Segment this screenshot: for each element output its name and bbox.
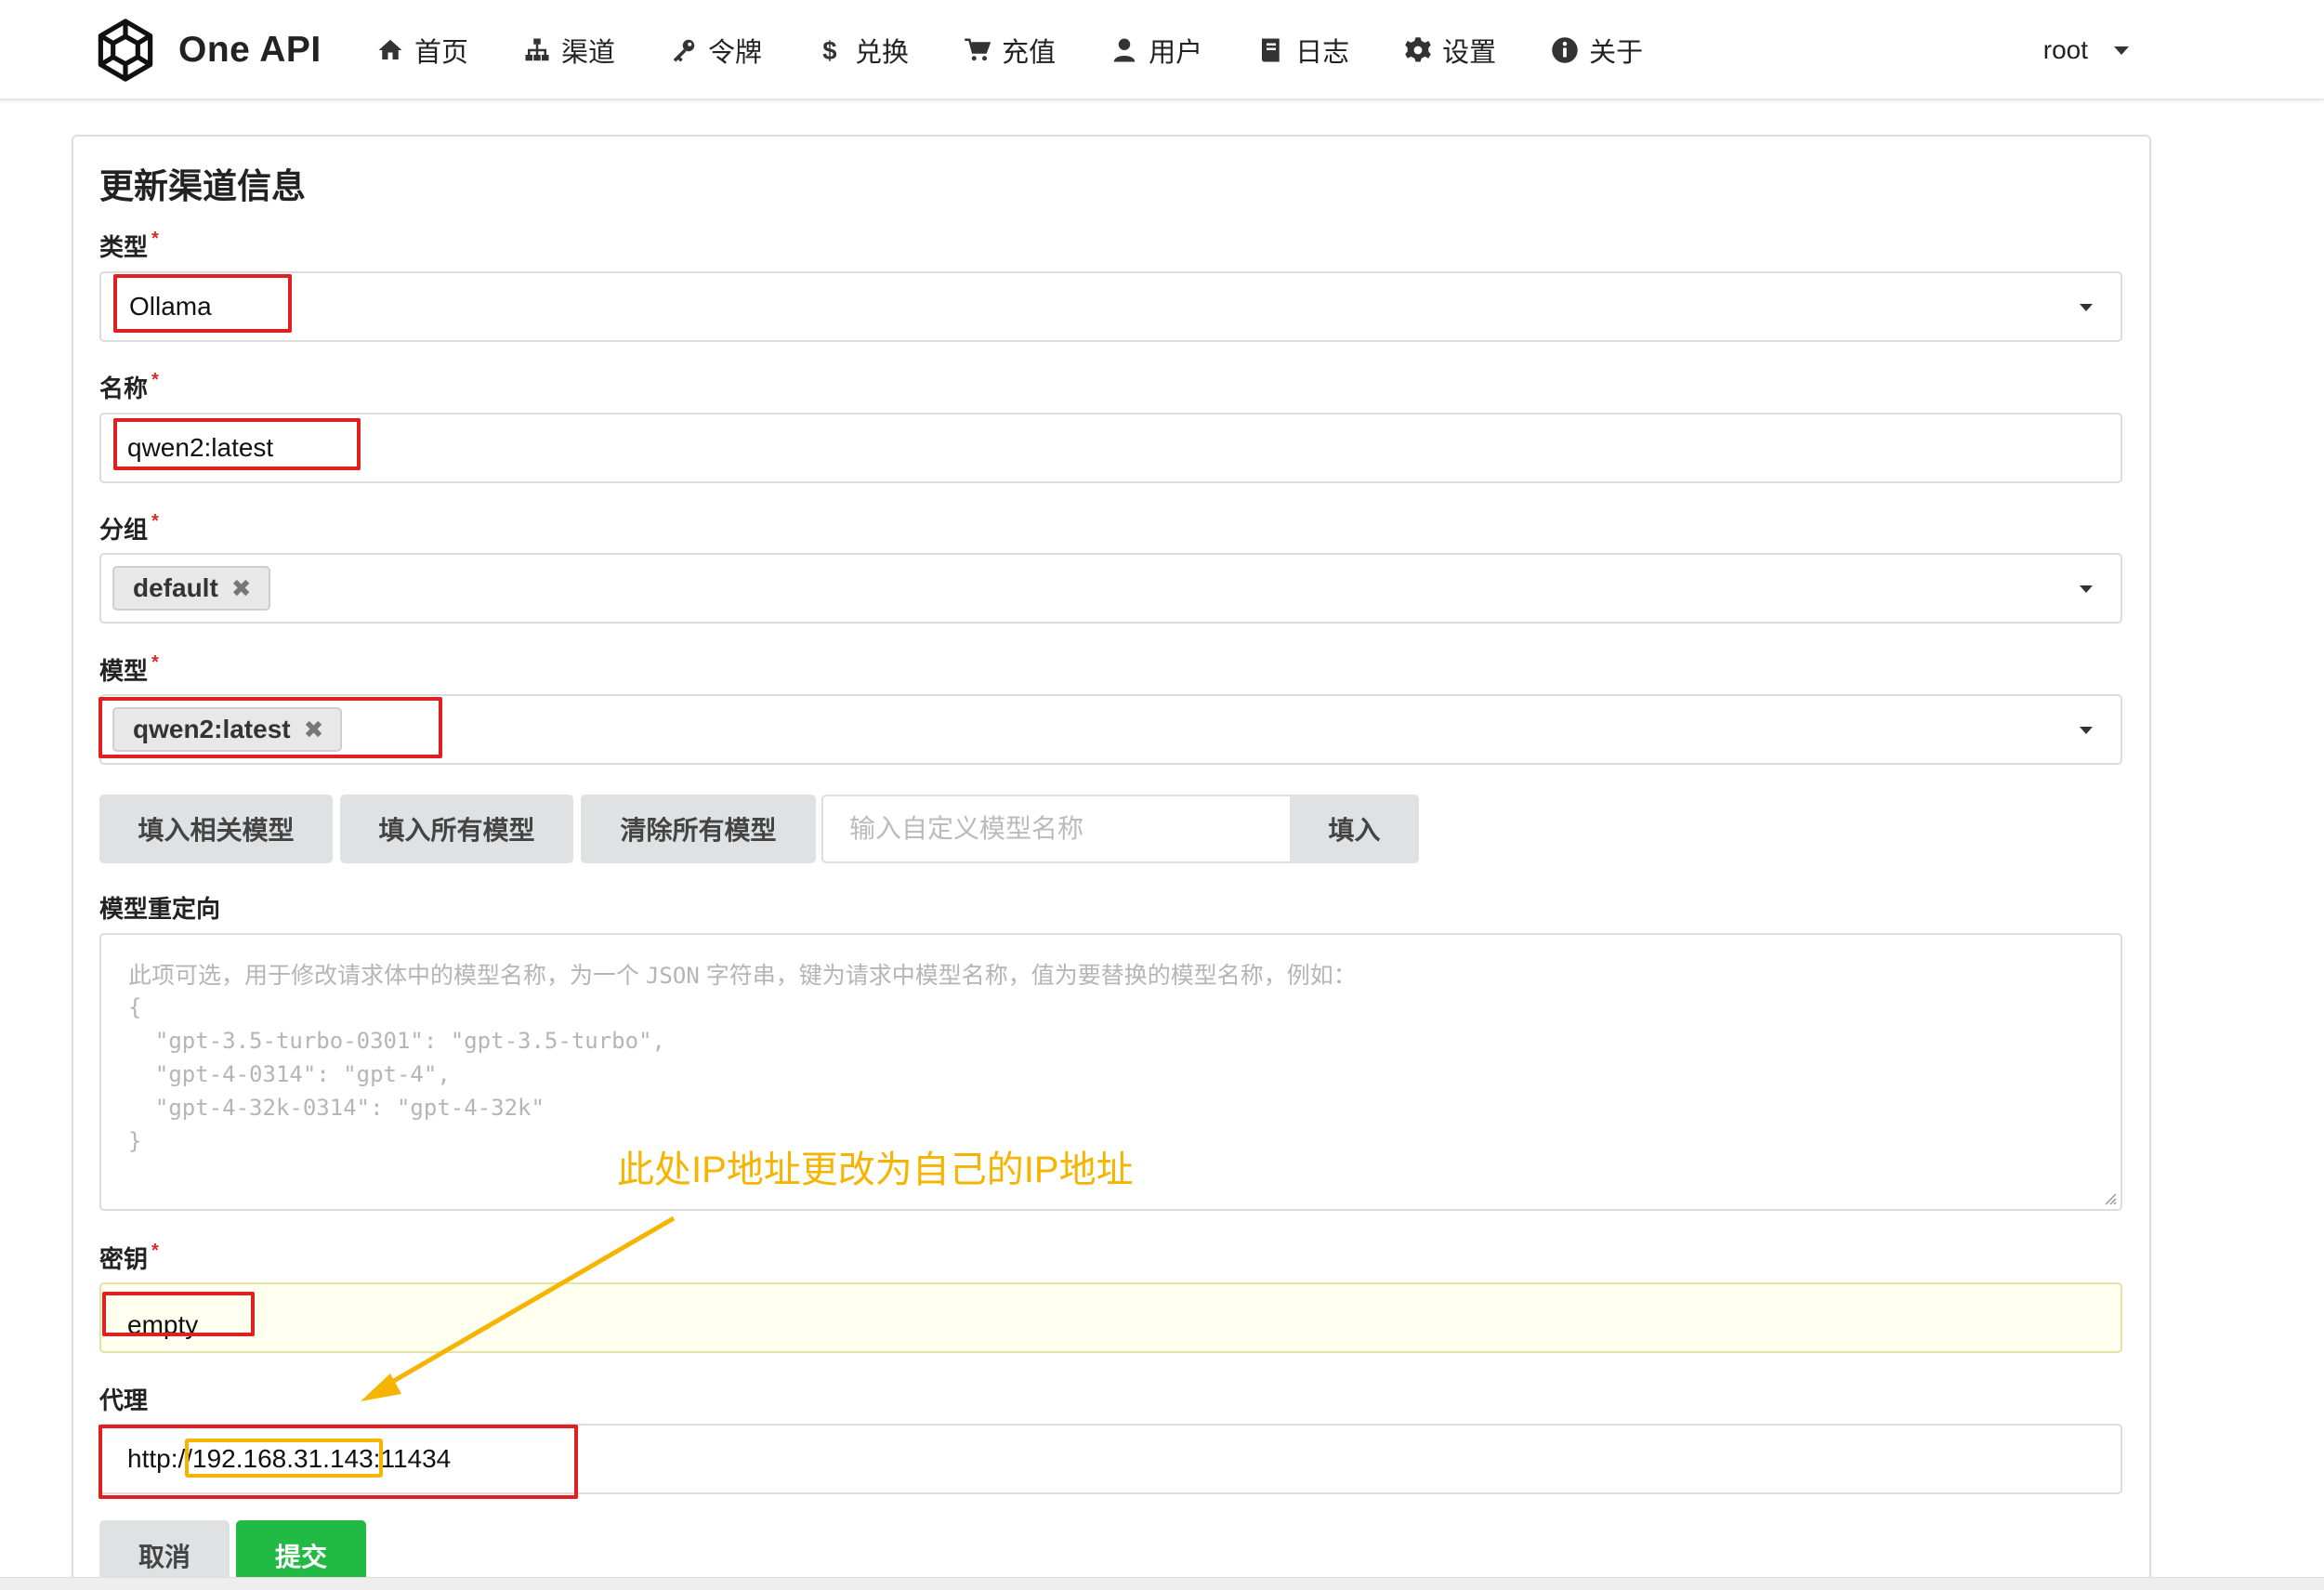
placeholder-line: {: [128, 994, 142, 1020]
required-mark: *: [151, 652, 159, 673]
nav-label: 渠道: [561, 38, 616, 68]
placeholder-line: "gpt-4-32k-0314": "gpt-4-32k": [128, 1095, 545, 1121]
nav-label: 设置: [1442, 38, 1497, 68]
group-select[interactable]: default ✖: [99, 553, 2122, 624]
custom-model-input[interactable]: [823, 796, 1291, 861]
fill-all-models-button[interactable]: 填入所有模型: [340, 795, 573, 863]
custom-model-input-wrapper: [821, 795, 1291, 863]
nav-label: 首页: [414, 38, 469, 68]
nav-label: 兑换: [855, 38, 910, 68]
user-icon: [1109, 35, 1139, 65]
nav-item-tokens[interactable]: 令牌: [669, 31, 762, 70]
nav-item-logs[interactable]: 日志: [1256, 31, 1349, 70]
sitemap-icon: [522, 35, 552, 65]
gear-icon: [1403, 35, 1433, 65]
nav-label: 关于: [1589, 38, 1644, 68]
group-label: 分组 *: [99, 511, 159, 545]
model-chip-label: qwen2:latest: [133, 715, 291, 743]
chevron-down-icon: [2114, 46, 2129, 55]
group-label-text: 分组: [99, 516, 149, 544]
nav-label: 充值: [1002, 38, 1057, 68]
user-name: root: [2042, 35, 2088, 64]
type-select[interactable]: Ollama: [99, 271, 2122, 342]
info-icon: [1550, 35, 1580, 65]
nav-label: 用户: [1149, 38, 1203, 68]
models-label: 模型 *: [99, 652, 159, 687]
nav-label: 日志: [1295, 38, 1350, 68]
close-icon[interactable]: ✖: [231, 574, 252, 603]
nav-item-redeem[interactable]: $ 兑换: [816, 31, 909, 70]
type-value: Ollama: [129, 292, 212, 321]
models-select[interactable]: qwen2:latest ✖: [99, 694, 2122, 765]
proxy-input[interactable]: http://192.168.31.143:11434: [99, 1424, 2122, 1494]
fill-custom-model-button[interactable]: 填入: [1290, 795, 1419, 863]
group-chip: default ✖: [112, 566, 270, 611]
brand-name: One API: [178, 30, 322, 70]
cart-icon: [963, 35, 992, 65]
placeholder-intro-a: 此项可选，用于修改请求体中的模型名称，为一个: [128, 963, 640, 989]
required-mark: *: [151, 370, 159, 390]
page-title: 更新渠道信息: [99, 167, 306, 205]
required-mark: *: [151, 511, 159, 532]
key-label-text: 密钥: [99, 1245, 149, 1273]
nav-item-channels[interactable]: 渠道: [522, 31, 615, 70]
nav-item-about[interactable]: 关于: [1550, 31, 1643, 70]
name-value: qwen2:latest: [127, 433, 274, 462]
placeholder-intro: 此项可选，用于修改请求体中的模型名称，为一个 JSON 字符串，键为请求中模型名…: [128, 957, 1357, 991]
dollar-icon: $: [816, 35, 846, 65]
top-navbar: One API 首页 渠道 令牌 $ 兑换 充值 用户 日志 设置 关于 roo…: [0, 0, 2324, 100]
proxy-value: http://192.168.31.143:11434: [127, 1444, 452, 1473]
name-label: 名称 *: [99, 370, 159, 404]
type-label-text: 类型: [99, 233, 149, 261]
home-icon: [375, 35, 405, 65]
user-menu[interactable]: root: [2043, 0, 2129, 100]
nav-item-topup[interactable]: 充值: [963, 31, 1056, 70]
key-icon: [669, 35, 699, 65]
key-input[interactable]: empty: [99, 1282, 2122, 1353]
book-icon: [1256, 35, 1286, 65]
required-mark: *: [151, 1241, 159, 1261]
placeholder-intro-json: JSON: [645, 963, 700, 989]
key-value: empty: [127, 1310, 199, 1339]
placeholder-intro-b: 字符串，键为请求中模型名称，值为要替换的模型名称，例如：: [705, 963, 1357, 989]
fill-related-models-button[interactable]: 填入相关模型: [99, 795, 333, 863]
group-chip-label: default: [133, 573, 218, 602]
placeholder-line: "gpt-4-0314": "gpt-4",: [128, 1061, 451, 1087]
annotation-text: 此处IP地址更改为自己的IP地址: [617, 1150, 1134, 1190]
openai-logo-icon: [98, 19, 153, 82]
chevron-down-icon: [2080, 727, 2093, 734]
nav-item-users[interactable]: 用户: [1109, 31, 1202, 70]
placeholder-line: }: [128, 1128, 142, 1154]
placeholder-line: "gpt-3.5-turbo-0301": "gpt-3.5-turbo",: [128, 1028, 665, 1054]
chevron-down-icon: [2080, 585, 2093, 593]
brand[interactable]: One API: [91, 15, 322, 85]
name-input[interactable]: qwen2:latest: [99, 413, 2122, 483]
model-mapping-label: 模型重定向: [99, 895, 221, 923]
close-icon[interactable]: ✖: [304, 716, 324, 744]
models-label-text: 模型: [99, 657, 149, 685]
proxy-label: 代理: [99, 1386, 149, 1414]
required-mark: *: [151, 229, 159, 249]
bottom-scrollbar[interactable]: [0, 1577, 2324, 1590]
nav-item-home[interactable]: 首页: [375, 31, 468, 70]
nav-label: 令牌: [708, 38, 763, 68]
clear-all-models-button[interactable]: 清除所有模型: [581, 795, 816, 863]
resize-handle-icon[interactable]: [2102, 1190, 2117, 1205]
type-label: 类型 *: [99, 229, 159, 263]
nav-item-settings[interactable]: 设置: [1403, 31, 1496, 70]
key-label: 密钥 *: [99, 1241, 159, 1275]
main-nav: 首页 渠道 令牌 $ 兑换 充值 用户 日志 设置 关于: [375, 0, 1697, 100]
chevron-down-icon: [2080, 304, 2093, 311]
svg-text:$: $: [822, 36, 836, 64]
model-chip: qwen2:latest ✖: [112, 707, 343, 752]
name-label-text: 名称: [99, 375, 149, 402]
